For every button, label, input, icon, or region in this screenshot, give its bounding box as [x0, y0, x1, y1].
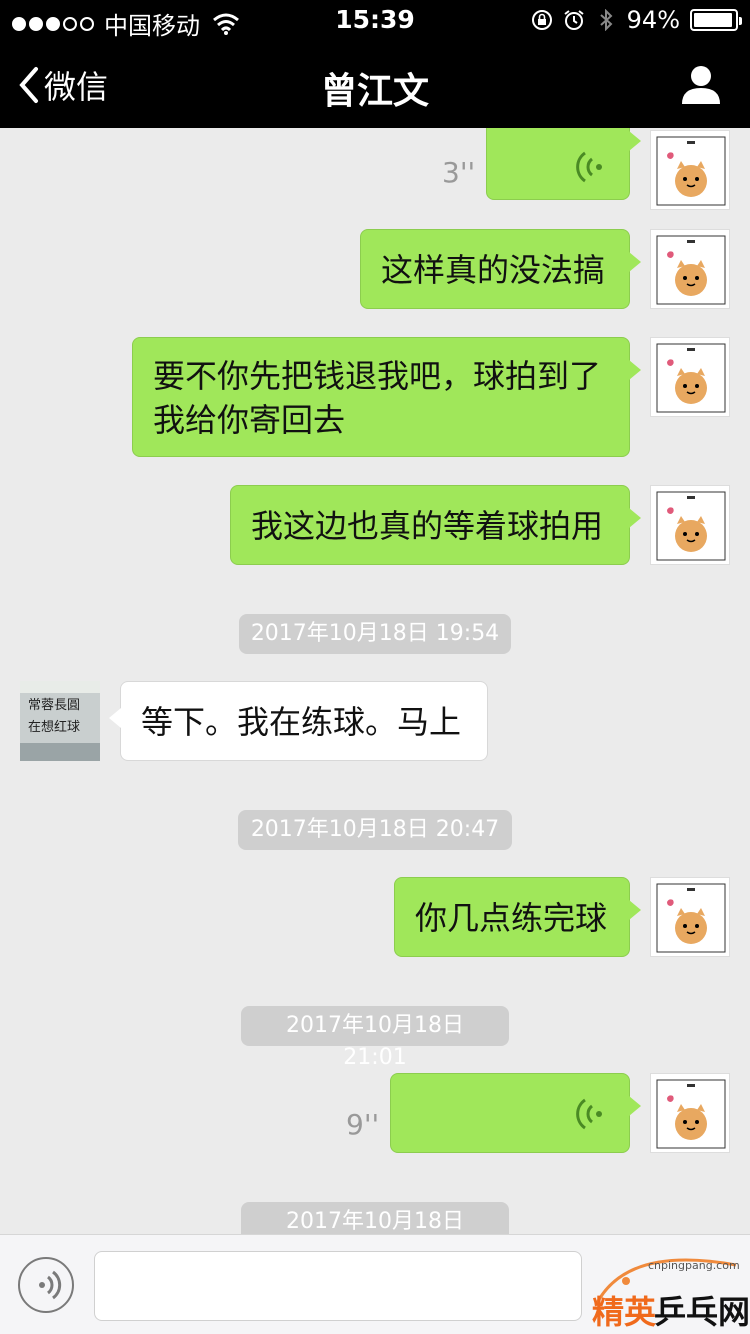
voice-duration: 9'': [346, 1108, 380, 1141]
page-title: 曾江文: [320, 71, 429, 112]
battery-percent: 94%: [626, 6, 680, 34]
cat-avatar-icon: [656, 883, 726, 953]
message-text: 我这边也真的等着球拍用: [251, 507, 604, 545]
rotation-lock-icon: [531, 10, 552, 30]
cat-avatar-icon: [656, 343, 726, 413]
chat-area[interactable]: 3'' 这样真的没法搞 要不你先把钱退我吧，球拍到了 我给你寄回去 我这边也真的…: [0, 128, 750, 1234]
outgoing-message-bubble[interactable]: 我这边也真的等着球拍用: [230, 485, 641, 565]
voice-message-bubble[interactable]: [390, 1073, 641, 1153]
outgoing-message-bubble[interactable]: 要不你先把钱退我吧，球拍到了 我给你寄回去: [132, 337, 641, 457]
bluetooth-icon: [599, 9, 613, 31]
voice-wave-icon: [576, 1098, 602, 1130]
incoming-message-bubble[interactable]: 等下。我在练球。马上: [109, 681, 488, 761]
timestamp: 2017年10月18日 21:01: [241, 1006, 509, 1070]
avatar[interactable]: [650, 229, 730, 309]
message-text: 等下。我在练球。马上: [141, 703, 462, 741]
voice-message-bubble[interactable]: [486, 128, 641, 200]
nav-bar: 微信 曾江文: [0, 40, 750, 128]
timestamp: 2017年10月18日 21:01: [241, 1202, 509, 1234]
cat-avatar-icon: [656, 235, 726, 305]
cat-avatar-icon: [656, 1079, 726, 1149]
cat-avatar-icon: [656, 491, 726, 561]
avatar[interactable]: [650, 877, 730, 957]
message-text-line: 要不你先把钱退我吧，球拍到了: [153, 357, 602, 395]
avatar[interactable]: [650, 485, 730, 565]
outgoing-message-bubble[interactable]: 你几点练完球: [394, 877, 641, 957]
voice-duration: 3'': [442, 156, 476, 189]
message-text: 这样真的没法搞: [381, 251, 606, 289]
status-bar: 中国移动 15:39 94%: [0, 0, 750, 40]
avatar-calligraphy-text: 常蓉長圓 在想红球: [28, 698, 81, 735]
avatar[interactable]: [650, 337, 730, 417]
message-input[interactable]: [94, 1251, 582, 1321]
cat-avatar-icon: [656, 136, 726, 206]
voice-icon: [39, 1270, 62, 1300]
svg-text:乒乓网: 乒乓网: [654, 1293, 750, 1331]
message-text: 你几点练完球: [415, 899, 608, 937]
message-text-line: 我给你寄回去: [153, 401, 346, 439]
avatar[interactable]: 常蓉長圓 在想红球: [20, 681, 100, 761]
avatar[interactable]: [650, 130, 730, 210]
voice-wave-icon: [576, 151, 602, 183]
watermark-url: cnpingpang.com: [648, 1259, 740, 1272]
alarm-icon: [564, 10, 584, 30]
avatar[interactable]: [650, 1073, 730, 1153]
site-logo-watermark: 精英 乒乓网: [592, 1258, 750, 1331]
voice-input-toggle-button[interactable]: [18, 1257, 74, 1313]
battery-icon: [690, 9, 742, 31]
svg-text:精英: 精英: [592, 1293, 657, 1331]
input-bar: 精英 乒乓网 cnpingpang.com: [0, 1234, 750, 1334]
profile-icon[interactable]: [680, 64, 722, 104]
timestamp: 2017年10月18日 19:54: [239, 614, 511, 654]
outgoing-message-bubble[interactable]: 这样真的没法搞: [360, 229, 641, 309]
timestamp: 2017年10月18日 20:47: [238, 810, 512, 850]
